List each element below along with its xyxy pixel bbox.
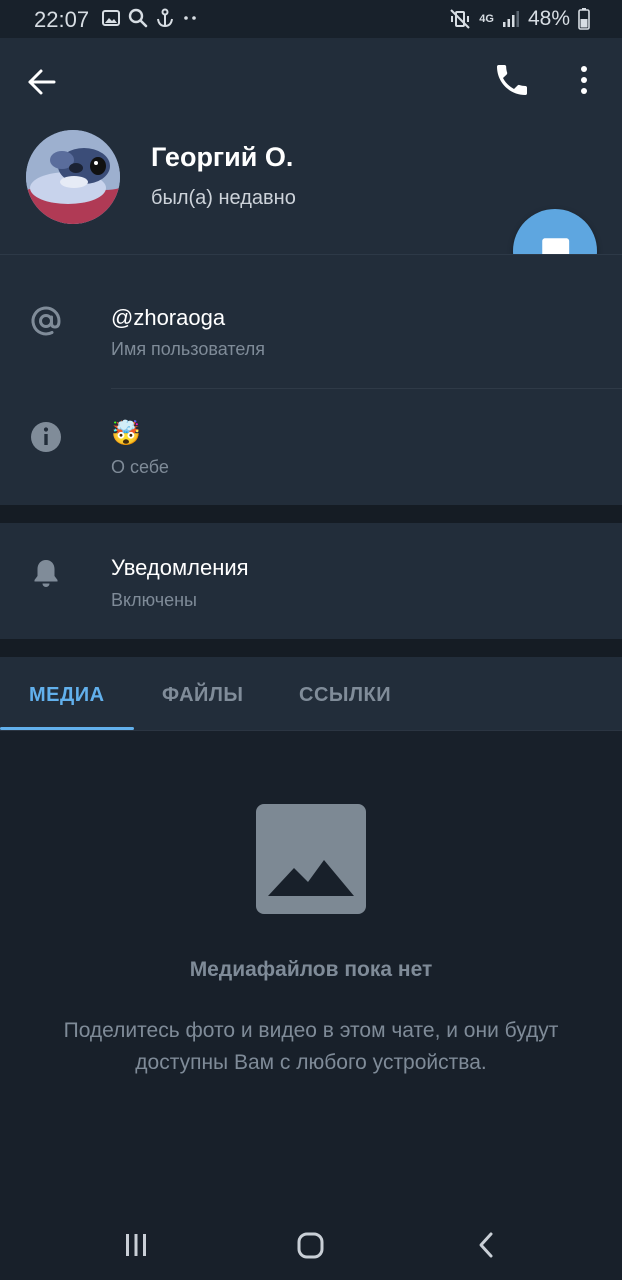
- network-type: 4G: [479, 13, 494, 25]
- avatar-image: [26, 130, 120, 224]
- search-notification-icon: [128, 8, 148, 28]
- active-tab-indicator: [0, 727, 134, 730]
- info-icon: [31, 422, 61, 452]
- tab-links[interactable]: ССЫЛКИ: [299, 684, 391, 707]
- bio-label: О себе: [111, 457, 169, 477]
- notifications-title: Уведомления: [111, 555, 249, 580]
- system-navigation-bar: [0, 1200, 622, 1280]
- image-placeholder-icon: [256, 804, 366, 914]
- mute-vibrate-icon: [450, 9, 470, 29]
- signal-icon: [502, 11, 519, 27]
- battery-percent: 48%: [527, 7, 570, 30]
- notifications-row[interactable]: Уведомления Включены: [0, 523, 622, 639]
- media-empty-state: Медиафайлов пока нет Поделитесь фото и в…: [0, 731, 622, 1200]
- phone-icon: [497, 65, 527, 95]
- section-separator: [0, 505, 622, 523]
- home-button[interactable]: [291, 1226, 331, 1266]
- more-vertical-icon: [581, 66, 587, 94]
- tab-files[interactable]: ФАЙЛЫ: [162, 684, 244, 707]
- shared-media-tabs: МЕДИА ФАЙЛЫ ССЫЛКИ: [0, 657, 622, 731]
- username-label: Имя пользователя: [111, 339, 266, 359]
- empty-state-title: Медиафайлов пока нет: [189, 958, 433, 981]
- status-bar: 22:07 4G 48%: [0, 0, 622, 38]
- username-row[interactable]: @zhoraoga Имя пользователя: [0, 255, 622, 388]
- status-system-icons: 4G 48%: [449, 7, 590, 31]
- call-button[interactable]: [492, 60, 532, 100]
- more-options-button[interactable]: [564, 60, 604, 100]
- status-time: 22:07: [34, 7, 90, 32]
- gallery-notification-icon: [102, 10, 120, 26]
- at-sign-icon: [31, 306, 61, 336]
- arrow-left-icon: [28, 69, 56, 95]
- recent-apps-button[interactable]: [116, 1226, 156, 1266]
- chevron-left-icon: [479, 1232, 493, 1258]
- tab-media[interactable]: МЕДИА: [29, 684, 105, 707]
- empty-state-text: Поделитесь фото и видео в этом чате, и о…: [63, 1019, 559, 1074]
- back-button[interactable]: [22, 62, 62, 102]
- home-icon: [297, 1232, 324, 1259]
- profile-last-seen: был(а) недавно: [151, 187, 296, 209]
- avatar[interactable]: [26, 130, 120, 224]
- section-separator: [0, 639, 622, 657]
- battery-icon: [578, 8, 590, 30]
- bio-row[interactable]: 🤯 О себе: [0, 389, 622, 506]
- notifications-state: Включены: [111, 590, 197, 610]
- back-nav-button[interactable]: [466, 1226, 506, 1266]
- info-section: @zhoraoga Имя пользователя 🤯 О себе: [0, 254, 622, 506]
- bell-icon: [34, 560, 58, 587]
- username-value: @zhoraoga: [111, 305, 226, 330]
- bio-value: 🤯: [111, 419, 141, 447]
- anchor-notification-icon: [157, 8, 173, 28]
- more-notifications-icon: [184, 16, 196, 20]
- status-notification-icons: [102, 8, 198, 28]
- profile-name: Георгий О.: [151, 142, 294, 172]
- recent-apps-icon: [126, 1234, 146, 1256]
